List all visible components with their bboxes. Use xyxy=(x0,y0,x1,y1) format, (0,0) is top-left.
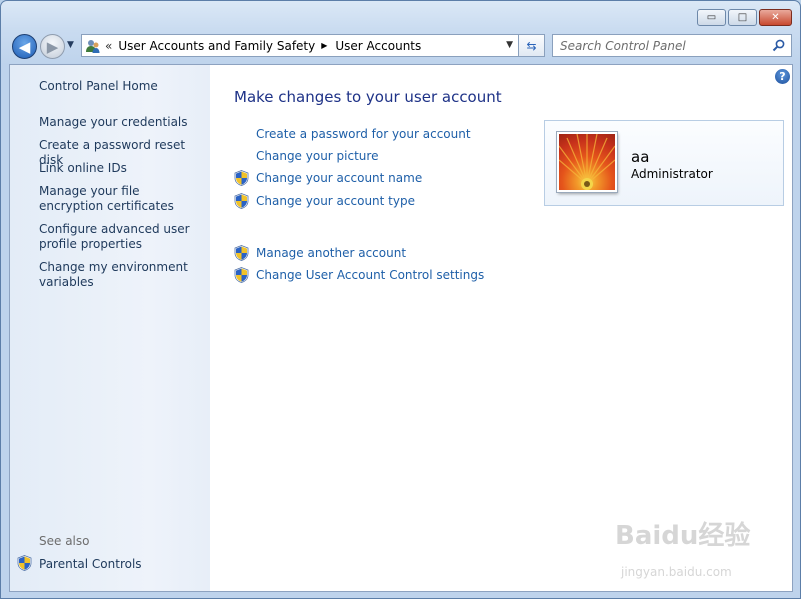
create-password-link[interactable]: Create a password for your account xyxy=(256,127,471,142)
control-panel-home-link[interactable]: Control Panel Home xyxy=(39,79,204,94)
close-icon: ✕ xyxy=(771,12,780,23)
watermark-logo: Baidu经验 xyxy=(615,521,751,551)
refresh-icon: ⇆ xyxy=(526,38,537,53)
advanced-profile-link[interactable]: Configure advanced user profile properti… xyxy=(39,222,204,252)
search-icon[interactable] xyxy=(772,39,785,55)
file-encryption-link[interactable]: Manage your file encryption certificates xyxy=(39,184,204,214)
breadcrumb-user-accounts-family-safety[interactable]: User Accounts and Family Safety xyxy=(118,39,315,53)
window: ▭ □ ✕ ◀ ▶ ▼ « User Accounts and Family S… xyxy=(0,0,801,599)
recent-pages-dropdown[interactable]: ▼ xyxy=(67,40,74,50)
minimize-button[interactable]: ▭ xyxy=(697,9,726,26)
address-dropdown-icon[interactable]: ▼ xyxy=(506,40,513,50)
address-overflow[interactable]: « xyxy=(105,39,112,53)
task-pane: Control Panel Home Manage your credentia… xyxy=(10,65,210,591)
back-button[interactable]: ◀ xyxy=(12,34,37,59)
parental-controls-link[interactable]: Parental Controls xyxy=(39,557,204,572)
page-title: Make changes to your user account xyxy=(234,88,502,106)
shield-icon xyxy=(234,193,249,209)
breadcrumb-separator-icon[interactable]: ▶ xyxy=(321,41,327,50)
close-button[interactable]: ✕ xyxy=(759,9,792,26)
maximize-icon: □ xyxy=(737,12,748,23)
maximize-button[interactable]: □ xyxy=(728,9,757,26)
link-online-ids-link[interactable]: Link online IDs xyxy=(39,161,204,176)
user-accounts-icon xyxy=(85,38,101,54)
account-type: Administrator xyxy=(631,167,713,181)
change-picture-link[interactable]: Change your picture xyxy=(256,149,378,164)
environment-variables-link[interactable]: Change my environment variables xyxy=(39,260,204,290)
navigation-bar: ◀ ▶ ▼ « User Accounts and Family Safety … xyxy=(1,32,800,62)
search-placeholder: Search Control Panel xyxy=(560,38,686,53)
manage-credentials-link[interactable]: Manage your credentials xyxy=(39,115,204,130)
account-picture[interactable] xyxy=(557,132,617,192)
forward-arrow-icon: ▶ xyxy=(46,37,59,56)
watermark-url: jingyan.baidu.com xyxy=(621,565,732,579)
main-pane: ? Make changes to your user account Crea… xyxy=(210,65,792,591)
see-also-heading: See also xyxy=(39,534,90,548)
manage-another-account-link[interactable]: Manage another account xyxy=(256,246,406,261)
uac-settings-link[interactable]: Change User Account Control settings xyxy=(256,268,484,283)
forward-button[interactable]: ▶ xyxy=(40,34,65,59)
content-area: Control Panel Home Manage your credentia… xyxy=(9,64,793,592)
change-account-type-link[interactable]: Change your account type xyxy=(256,194,415,209)
account-card: aa Administrator xyxy=(544,120,784,206)
help-button[interactable]: ? xyxy=(775,69,790,84)
breadcrumb-user-accounts[interactable]: User Accounts xyxy=(335,39,421,53)
window-controls: ▭ □ ✕ xyxy=(697,9,792,26)
back-arrow-icon: ◀ xyxy=(18,37,31,56)
help-icon: ? xyxy=(779,70,786,83)
shield-icon xyxy=(234,245,249,261)
shield-icon xyxy=(234,267,249,283)
account-name: aa xyxy=(631,148,650,166)
minimize-icon: ▭ xyxy=(706,12,717,23)
search-input[interactable]: Search Control Panel xyxy=(552,34,792,57)
change-account-name-link[interactable]: Change your account name xyxy=(256,171,422,186)
shield-icon xyxy=(17,555,32,571)
refresh-button[interactable]: ⇆ xyxy=(519,34,545,57)
shield-icon xyxy=(234,170,249,186)
address-bar[interactable]: « User Accounts and Family Safety ▶ User… xyxy=(81,34,519,57)
